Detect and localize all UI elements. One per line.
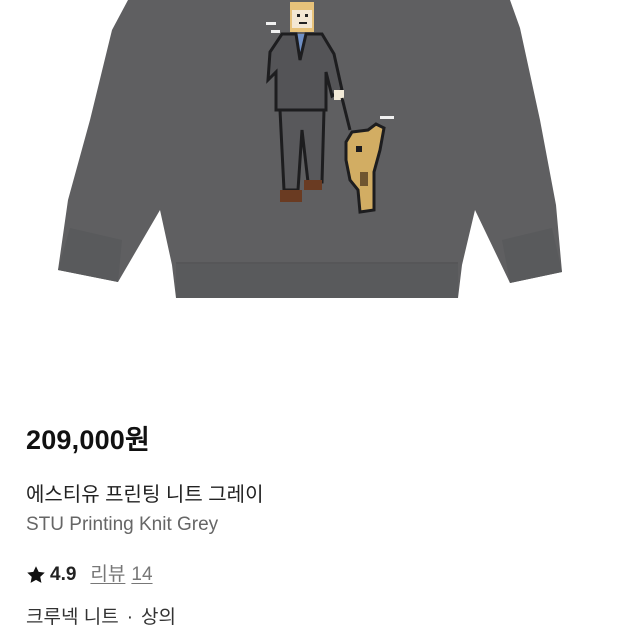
category-primary: 크루넥 니트 [26, 607, 119, 628]
product-info: 209,000원 에스티유 프린팅 니트 그레이 STU Printing Kn… [26, 420, 594, 588]
product-price: 209,000원 [26, 425, 151, 455]
rating-row: 4.9 리뷰 14 [26, 562, 594, 588]
star-icon [27, 566, 45, 583]
product-name-english: STU Printing Knit Grey [26, 514, 219, 535]
rating-value: 4.9 [50, 564, 77, 585]
reviews-count: 14 [131, 564, 153, 585]
product-image[interactable] [0, 0, 620, 330]
reviews-link[interactable]: 리뷰 14 [90, 562, 158, 588]
category-secondary: 상의 [141, 607, 176, 628]
category-separator: · [126, 607, 134, 628]
reviews-label: 리뷰 [90, 564, 126, 585]
product-name-korean: 에스티유 프린팅 니트 그레이 [26, 484, 264, 506]
product-category[interactable]: 크루넥 니트 · 상의 [26, 602, 176, 629]
sweater-illustration [58, 0, 562, 298]
